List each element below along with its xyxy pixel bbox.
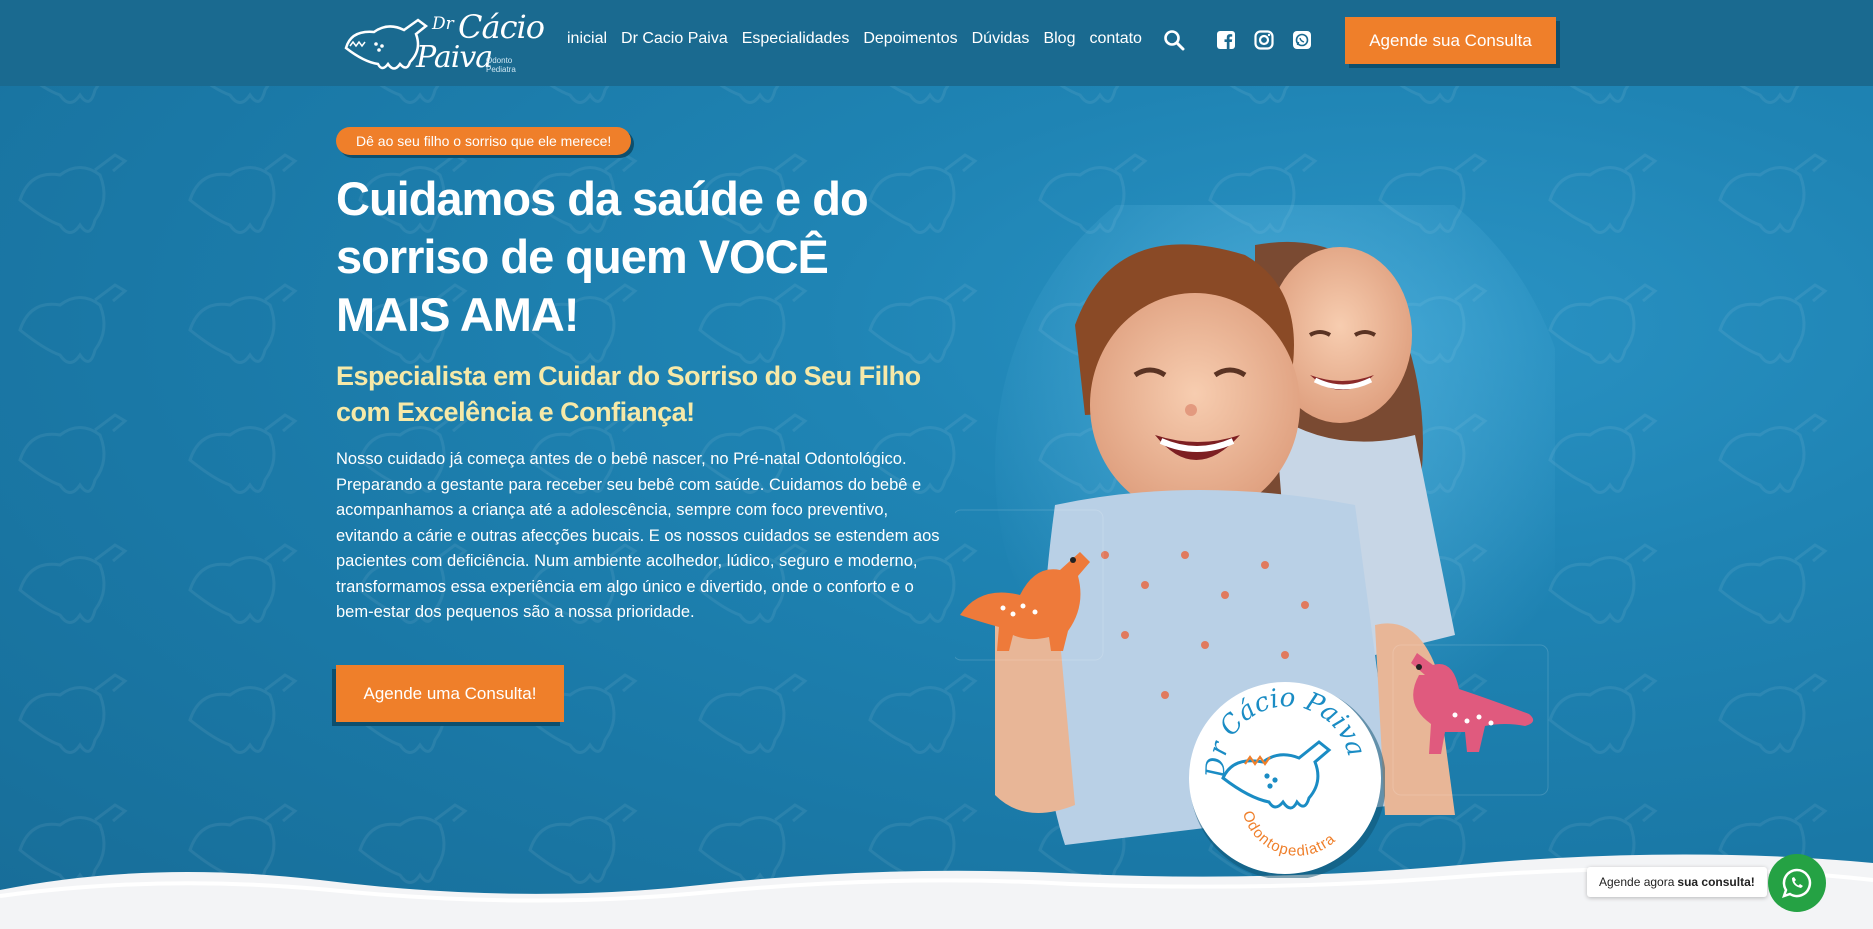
facebook-icon[interactable] — [1216, 30, 1236, 50]
hero-pill-badge: Dê ao seu filho o sorriso que ele merece… — [336, 127, 632, 155]
logo-paiva: Paiva — [416, 40, 493, 75]
search-icon[interactable] — [1163, 29, 1185, 51]
page: Dr Cácio Paiva Odonto Pediatra inicial D… — [0, 0, 1873, 929]
nav-dr-cacio-paiva[interactable]: Dr Cacio Paiva — [614, 30, 735, 48]
nav-depoimentos[interactable]: Depoimentos — [856, 30, 964, 48]
header-cta-button[interactable]: Agende sua Consulta — [1345, 17, 1556, 64]
whatsapp-tooltip-bold: sua consulta! — [1677, 875, 1755, 889]
whatsapp-tooltip-prefix: Agende agora — [1599, 875, 1675, 889]
whatsapp-float-button[interactable] — [1768, 854, 1826, 912]
nav-especialidades[interactable]: Especialidades — [735, 30, 857, 48]
whatsapp-icon — [1782, 868, 1812, 898]
logo-dr: Dr — [432, 14, 454, 34]
logo-subtitle: Odonto Pediatra — [486, 56, 516, 74]
nav-duvidas[interactable]: Dúvidas — [965, 30, 1037, 48]
hero-paragraph: Nosso cuidado já começa antes de o bebê … — [336, 450, 940, 621]
instagram-icon[interactable] — [1254, 30, 1274, 50]
nav-contato[interactable]: contato — [1082, 30, 1148, 48]
hero-subheadline: Especialista em Cuidar do Sorriso do Seu… — [336, 361, 921, 427]
hero-cta-button[interactable]: Agende uma Consulta! — [336, 665, 564, 722]
logo-sub-1: Odonto — [486, 56, 513, 65]
site-header: Dr Cácio Paiva Odonto Pediatra inicial D… — [0, 0, 1873, 86]
nav-inicial[interactable]: inicial — [560, 30, 614, 48]
nav-blog[interactable]: Blog — [1036, 30, 1082, 48]
main-nav: inicial Dr Cacio Paiva Especialidades De… — [560, 30, 1149, 48]
whatsapp-icon[interactable] — [1292, 30, 1312, 50]
site-logo[interactable]: Dr Cácio Paiva Odonto Pediatra — [336, 8, 545, 75]
logo-sub-2: Pediatra — [486, 65, 516, 74]
logo-badge: Dr Cácio Paiva Odontopediatra — [1189, 682, 1385, 878]
whatsapp-tooltip[interactable]: Agende agora sua consulta! — [1587, 867, 1767, 897]
hero-headline: Cuidamos da saúde e do sorriso de quem V… — [336, 172, 869, 341]
